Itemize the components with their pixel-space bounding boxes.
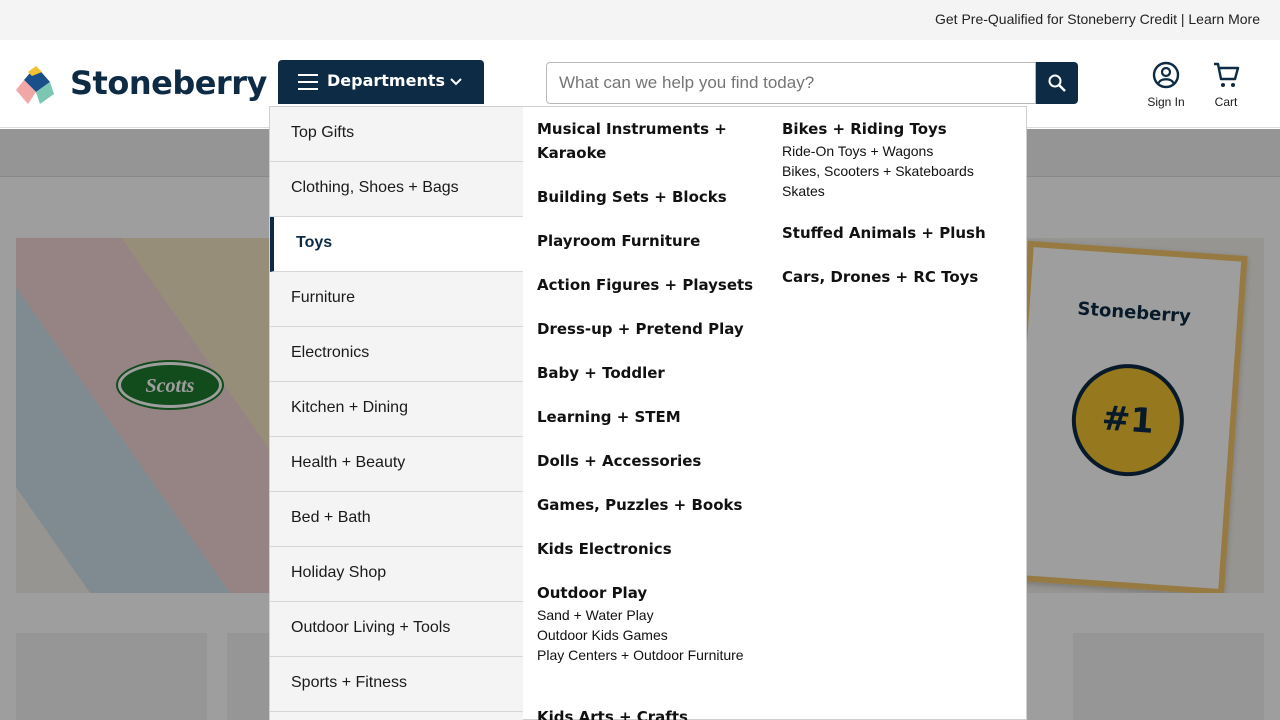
category-link[interactable]: Dolls + Accessories <box>537 449 762 473</box>
stoneberry-logo[interactable]: Stoneberry <box>16 62 267 106</box>
category-link[interactable]: Kids Arts + Crafts <box>537 705 762 720</box>
subcategory-link[interactable]: Ride-On Toys + Wagons <box>782 141 1007 161</box>
department-item-bed-bath[interactable]: Bed + Bath <box>270 492 523 547</box>
department-item-sports-fitness[interactable]: Sports + Fitness <box>270 657 523 712</box>
cart-label: Cart <box>1214 95 1238 109</box>
department-item-label: Kitchen + Dining <box>291 399 408 416</box>
subcategory-link[interactable]: Sand + Water Play <box>537 605 762 625</box>
sign-in-button[interactable]: Sign In <box>1140 60 1192 112</box>
top-utility-bar: Get Pre-Qualified for Stoneberry Credit … <box>0 0 1280 40</box>
category-link[interactable]: Action Figures + Playsets <box>537 273 762 297</box>
sign-in-label: Sign In <box>1147 95 1185 109</box>
department-item-label: Toys <box>296 234 333 251</box>
department-item-label: Top Gifts <box>291 124 355 141</box>
department-item-clothing-shoes-bags[interactable]: Clothing, Shoes + Bags <box>270 162 523 217</box>
department-item-label: Holiday Shop <box>291 564 387 581</box>
search-button[interactable] <box>1036 62 1078 104</box>
chevron-down-icon <box>450 78 462 86</box>
departments-button[interactable]: Departments <box>278 60 484 104</box>
department-item-label: Clothing, Shoes + Bags <box>291 179 459 196</box>
search-icon <box>1048 74 1066 92</box>
department-item-furniture[interactable]: Furniture <box>270 272 523 327</box>
department-item-label: Health + Beauty <box>291 454 406 471</box>
category-link[interactable]: Cars, Drones + RC Toys <box>782 265 1007 289</box>
category-link[interactable]: Bikes + Riding Toys <box>782 117 1007 141</box>
search-bar <box>546 62 1078 104</box>
department-item-electronics[interactable]: Electronics <box>270 327 523 382</box>
departments-label: Departments <box>327 71 446 90</box>
account-icon <box>1152 61 1180 89</box>
cart-icon <box>1214 62 1240 87</box>
category-link[interactable]: Baby + Toddler <box>537 361 762 385</box>
category-link[interactable]: Dress-up + Pretend Play <box>537 317 762 341</box>
hamburger-icon <box>298 74 318 90</box>
credit-learn-more-link[interactable]: Get Pre-Qualified for Stoneberry Credit … <box>935 11 1260 27</box>
cart-button[interactable]: Cart <box>1204 60 1248 112</box>
subcategory-link[interactable]: Outdoor Kids Games <box>537 625 762 645</box>
logo-text: Stoneberry <box>70 64 267 102</box>
department-item-label: Outdoor Living + Tools <box>291 619 451 636</box>
department-item-health-beauty[interactable]: Health + Beauty <box>270 437 523 492</box>
category-link[interactable]: Stuffed Animals + Plush <box>782 221 1007 245</box>
subcategory-link[interactable]: Skates <box>782 181 1007 201</box>
subcategory-link[interactable]: Bikes, Scooters + Skateboards <box>782 161 1007 181</box>
department-item-holiday-shop[interactable]: Holiday Shop <box>270 547 523 602</box>
logo-mark-icon <box>16 66 54 104</box>
department-item-label: Bed + Bath <box>291 509 371 526</box>
category-link[interactable]: Playroom Furniture <box>537 229 762 253</box>
category-link[interactable]: Outdoor Play <box>537 581 762 605</box>
category-link[interactable]: Building Sets + Blocks <box>537 185 762 209</box>
category-link[interactable]: Learning + STEM <box>537 405 762 429</box>
department-item-outdoor-living-tools[interactable]: Outdoor Living + Tools <box>270 602 523 657</box>
search-input[interactable] <box>546 62 1036 104</box>
category-link[interactable]: Musical Instruments + Karaoke <box>537 117 762 165</box>
category-link[interactable]: Games, Puzzles + Books <box>537 493 762 517</box>
department-item-toys[interactable]: Toys <box>270 217 523 272</box>
subcategory-link[interactable]: Play Centers + Outdoor Furniture <box>537 645 762 665</box>
category-link[interactable]: Kids Electronics <box>537 537 762 561</box>
department-item-label: Sports + Fitness <box>291 674 408 691</box>
department-item-kitchen-dining[interactable]: Kitchen + Dining <box>270 382 523 437</box>
department-item-label: Furniture <box>291 289 356 306</box>
department-list: Top Gifts Clothing, Shoes + Bags Toys Furni… <box>270 107 523 720</box>
department-item-label: Electronics <box>291 344 370 361</box>
department-item-top-gifts[interactable]: Top Gifts <box>270 107 523 162</box>
departments-mega-menu: Top Gifts Clothing, Shoes + Bags Toys Furni… <box>269 106 1027 720</box>
